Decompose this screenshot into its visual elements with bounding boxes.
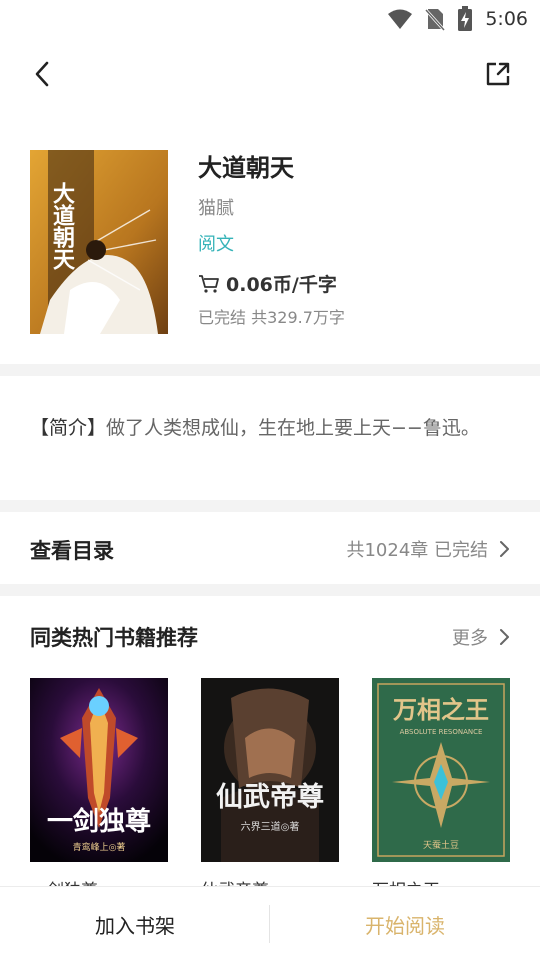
start-reading-button[interactable]: 开始阅读 bbox=[270, 887, 540, 960]
toc-meta: 共1024章 已完结 bbox=[346, 536, 510, 562]
bottom-action-bar: 加入书架 开始阅读 bbox=[0, 886, 540, 960]
book-price-text: 0.06币/千字 bbox=[226, 274, 337, 296]
recommend-cover-title: 一剑独尊 bbox=[47, 806, 151, 837]
chevron-left-icon bbox=[35, 61, 49, 87]
book-cover[interactable]: 大道朝天 bbox=[30, 150, 168, 334]
book-intro: 【简介】做了人类想成仙，生在地上要上天−−鲁迅。 bbox=[0, 376, 540, 500]
intro-label: 【简介】 bbox=[30, 417, 107, 439]
book-status: 已完结 共329.7万字 bbox=[198, 308, 345, 327]
recommend-cover-title: 万相之王 bbox=[393, 695, 489, 724]
recommend-book-card[interactable]: 一剑独尊 青鸾峰上◎著 一剑独尊 bbox=[30, 678, 168, 886]
cover-title: 大道朝天 bbox=[49, 182, 75, 271]
top-nav bbox=[0, 38, 540, 110]
toc-title: 查看目录 bbox=[30, 539, 114, 563]
intro-body: 做了人类想成仙，生在地上要上天−−鲁迅。 bbox=[106, 417, 480, 439]
book-info: 大道朝天 大道朝天 猫腻 阅文 0.06币/千字 已完结 共329.7万字 bbox=[0, 110, 540, 364]
book-author[interactable]: 猫腻 bbox=[198, 194, 234, 220]
status-time: 5:06 bbox=[485, 8, 528, 30]
recommend-book-name: 一剑独尊 bbox=[30, 876, 168, 886]
intro-text: 【简介】做了人类想成仙，生在地上要上天−−鲁迅。 bbox=[30, 412, 500, 444]
more-button[interactable]: 更多 bbox=[452, 624, 510, 650]
status-bar: 5:06 bbox=[0, 0, 540, 38]
recommend-cover-author: 六界三道◎著 bbox=[241, 820, 300, 833]
recommend-cover-subtitle: ABSOLUTE RESONANCE bbox=[400, 728, 483, 736]
recommend-title: 同类热门书籍推荐 bbox=[30, 626, 198, 650]
recommend-book-card[interactable]: 仙武帝尊 六界三道◎著 仙武帝尊 bbox=[201, 678, 339, 886]
back-button[interactable] bbox=[26, 58, 58, 90]
section-divider bbox=[0, 364, 540, 376]
recommend-book-card[interactable]: 万相之王 ABSOLUTE RESONANCE 天蚕土豆 万相之王 bbox=[372, 678, 510, 886]
recommend-book-cover[interactable]: 万相之王 ABSOLUTE RESONANCE 天蚕土豆 bbox=[372, 678, 510, 862]
section-divider bbox=[0, 500, 540, 512]
share-button[interactable] bbox=[482, 58, 514, 90]
toc-row[interactable]: 查看目录 共1024章 已完结 bbox=[0, 512, 540, 584]
add-to-shelf-button[interactable]: 加入书架 bbox=[0, 887, 270, 960]
more-label: 更多 bbox=[452, 628, 488, 649]
recommend-cover-author: 青鸾峰上◎著 bbox=[73, 841, 126, 853]
no-sim-icon bbox=[425, 8, 446, 31]
recommend-section: 同类热门书籍推荐 更多 一剑独尊 青鸾峰上◎著 仙武帝尊 六界三道◎著 万相之王… bbox=[0, 596, 540, 886]
book-source[interactable]: 阅文 bbox=[198, 230, 234, 256]
chevron-right-icon bbox=[500, 629, 509, 645]
cart-icon bbox=[199, 274, 219, 293]
wifi-icon bbox=[388, 9, 413, 29]
status-icons: 5:06 bbox=[387, 6, 528, 32]
section-divider bbox=[0, 584, 540, 596]
share-icon bbox=[486, 62, 510, 86]
toc-meta-text: 共1024章 已完结 bbox=[346, 540, 488, 561]
recommend-book-cover[interactable]: 一剑独尊 青鸾峰上◎著 bbox=[30, 678, 168, 862]
recommend-cover-title: 仙武帝尊 bbox=[216, 781, 324, 813]
recommend-cover-author: 天蚕土豆 bbox=[423, 839, 459, 851]
recommend-book-name: 仙武帝尊 bbox=[201, 876, 339, 886]
recommend-book-name: 万相之王 bbox=[372, 876, 510, 886]
recommend-book-cover[interactable]: 仙武帝尊 六界三道◎著 bbox=[201, 678, 339, 862]
chevron-right-icon bbox=[500, 541, 509, 557]
book-price: 0.06币/千字 bbox=[198, 270, 337, 297]
book-title: 大道朝天 bbox=[198, 154, 294, 182]
battery-charging-icon bbox=[458, 6, 473, 31]
